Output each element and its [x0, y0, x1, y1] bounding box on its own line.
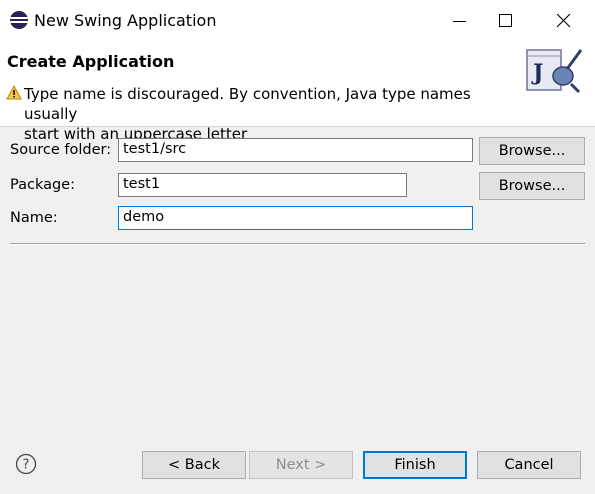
back-button[interactable]: < Back [142, 451, 246, 479]
svg-text:J: J [531, 60, 543, 86]
next-button[interactable]: Next > [249, 451, 353, 479]
close-button[interactable] [541, 6, 587, 36]
eclipse-icon [10, 11, 28, 29]
source-folder-label: Source folder: [10, 142, 112, 158]
minimize-icon [453, 21, 466, 22]
minimize-button[interactable] [437, 6, 483, 36]
package-label: Package: [10, 177, 75, 193]
java-wizard-icon: J [526, 49, 583, 94]
name-input[interactable]: demo [118, 206, 473, 230]
close-icon [557, 14, 571, 28]
warning-icon [6, 85, 22, 100]
help-icon[interactable]: ? [15, 453, 37, 475]
header-separator [0, 126, 595, 127]
title-bar: New Swing Application [0, 0, 595, 42]
warning-message-line1: Type name is discouraged. By convention,… [24, 85, 471, 123]
maximize-icon [499, 14, 512, 27]
finish-button[interactable]: Finish [363, 451, 467, 479]
browse-source-folder-button[interactable]: Browse... [479, 137, 585, 165]
window-title: New Swing Application [34, 11, 217, 30]
source-folder-input[interactable]: test1/src [118, 138, 473, 162]
maximize-button[interactable] [483, 6, 529, 36]
name-label: Name: [10, 210, 58, 226]
browse-package-button[interactable]: Browse... [479, 172, 585, 200]
wizard-header: Create Application Type name is discoura… [0, 42, 595, 143]
svg-text:?: ? [23, 458, 30, 473]
package-input[interactable]: test1 [118, 173, 407, 197]
page-title: Create Application [7, 52, 175, 71]
cancel-button[interactable]: Cancel [477, 451, 581, 479]
form-divider-highlight [10, 244, 585, 245]
warning-message: Type name is discouraged. By convention,… [24, 84, 524, 144]
